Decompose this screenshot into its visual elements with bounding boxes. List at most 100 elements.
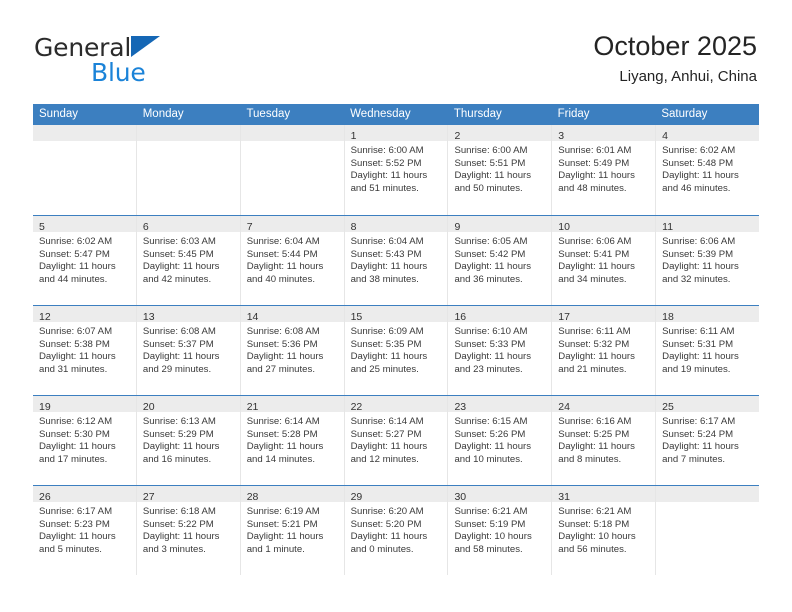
- day-detail-text: [137, 141, 240, 145]
- day-number-band: 10: [552, 216, 656, 233]
- calendar-day-cell[interactable]: 21 Sunrise: 6:14 AM Sunset: 5:28 PM Dayligh…: [240, 396, 345, 485]
- calendar-day-cell[interactable]: 7 Sunrise: 6:04 AM Sunset: 5:44 PM Daylight…: [240, 216, 345, 305]
- day-detail-line: Sunset: 5:39 PM: [662, 248, 734, 260]
- day-number: 11: [662, 221, 674, 233]
- calendar-day-cell[interactable]: 22 Sunrise: 6:14 AM Sunset: 5:27 PM Dayligh…: [344, 396, 449, 485]
- day-detail-line: Daylight: 10 hours: [558, 531, 636, 543]
- calendar-day-cell[interactable]: 30 Sunrise: 6:21 AM Sunset: 5:19 PM Dayligh…: [448, 486, 553, 575]
- day-detail-text: [33, 141, 136, 145]
- day-number: 28: [246, 491, 259, 503]
- day-detail-line: Sunset: 5:25 PM: [558, 428, 630, 440]
- day-detail-line: Sunrise: 6:11 AM: [662, 326, 735, 337]
- day-number-band: 15: [344, 306, 448, 323]
- calendar-day-cell[interactable]: 9 Sunrise: 6:05 AM Sunset: 5:42 PM Daylight…: [448, 216, 553, 305]
- day-detail-line: Sunrise: 6:08 AM: [142, 326, 216, 337]
- calendar-day-cell[interactable]: 1 Sunrise: 6:00 AM Sunset: 5:52 PM Daylight…: [344, 125, 449, 215]
- day-number-band: 16: [448, 306, 552, 323]
- day-detail-line: Sunset: 5:29 PM: [142, 428, 214, 440]
- day-of-week-header: Thursday: [453, 108, 502, 120]
- day-detail-line: and 32 minutes.: [662, 273, 731, 285]
- day-number: 15: [350, 311, 363, 323]
- calendar-day-cell[interactable]: 18 Sunrise: 6:11 AM Sunset: 5:31 PM Dayligh…: [656, 306, 760, 395]
- day-number-band: 9: [448, 216, 552, 233]
- day-detail-line: Daylight: 11 hours: [662, 441, 739, 453]
- day-number-band: 3: [552, 125, 656, 142]
- calendar-day-cell[interactable]: 4 Sunrise: 6:02 AM Sunset: 5:48 PM Daylight…: [656, 125, 760, 215]
- calendar-day-cell[interactable]: 11 Sunrise: 6:06 AM Sunset: 5:39 PM Dayligh…: [656, 216, 760, 305]
- day-detail-line: Sunset: 5:35 PM: [350, 338, 422, 350]
- calendar-day-cell-empty: [240, 125, 345, 215]
- day-detail-line: Daylight: 11 hours: [558, 441, 635, 453]
- day-number: 18: [662, 311, 674, 323]
- calendar-day-cell[interactable]: 6 Sunrise: 6:03 AM Sunset: 5:45 PM Daylight…: [136, 216, 241, 305]
- day-detail-line: Sunrise: 6:20 AM: [350, 506, 424, 517]
- calendar-day-cell-empty: [136, 125, 241, 215]
- day-detail-line: Daylight: 11 hours: [350, 531, 428, 543]
- day-number: 17: [558, 311, 570, 323]
- calendar-day-cell[interactable]: 15 Sunrise: 6:09 AM Sunset: 5:35 PM Dayligh…: [344, 306, 449, 395]
- calendar-day-cell[interactable]: 29 Sunrise: 6:20 AM Sunset: 5:20 PM Dayligh…: [344, 486, 449, 575]
- day-number: 21: [246, 401, 259, 413]
- day-detail-line: and 12 minutes.: [350, 453, 419, 465]
- day-number-band: 23: [448, 396, 552, 413]
- day-detail-line: Daylight: 11 hours: [246, 531, 324, 543]
- calendar-day-cell[interactable]: 28 Sunrise: 6:19 AM Sunset: 5:21 PM Dayligh…: [240, 486, 345, 575]
- day-detail-line: Sunset: 5:43 PM: [350, 248, 422, 260]
- calendar-day-cell[interactable]: 3 Sunrise: 6:01 AM Sunset: 5:49 PM Daylight…: [552, 125, 657, 215]
- day-detail-line: Sunset: 5:36 PM: [246, 338, 318, 350]
- day-detail-line: Sunrise: 6:02 AM: [662, 145, 736, 156]
- day-detail-line: Sunrise: 6:05 AM: [454, 236, 528, 247]
- calendar-day-cell[interactable]: 27 Sunrise: 6:18 AM Sunset: 5:22 PM Dayligh…: [136, 486, 241, 575]
- calendar-day-cell[interactable]: 12 Sunrise: 6:07 AM Sunset: 5:38 PM Dayligh…: [33, 306, 137, 395]
- calendar-day-cell[interactable]: 31 Sunrise: 6:21 AM Sunset: 5:18 PM Dayligh…: [552, 486, 657, 575]
- day-number: 23: [454, 401, 467, 413]
- day-number: 5: [39, 221, 45, 233]
- calendar-day-cell[interactable]: 13 Sunrise: 6:08 AM Sunset: 5:37 PM Dayligh…: [136, 306, 241, 395]
- day-number: 22: [350, 401, 363, 413]
- title-block: October 2025 Liyang, Anhui, China: [593, 30, 757, 88]
- day-detail-line: Sunset: 5:47 PM: [39, 248, 110, 260]
- day-detail-line: Daylight: 11 hours: [142, 261, 220, 273]
- day-number: 24: [558, 401, 570, 413]
- day-detail-line: and 58 minutes.: [454, 543, 523, 555]
- day-detail-text: Sunrise: 6:09 AM Sunset: 5:35 PM Daylight:…: [345, 322, 448, 376]
- day-detail-line: Sunset: 5:52 PM: [350, 157, 422, 169]
- day-detail-line: Sunrise: 6:12 AM: [39, 416, 113, 427]
- day-detail-line: Daylight: 11 hours: [142, 351, 220, 363]
- day-detail-line: Sunrise: 6:04 AM: [246, 236, 320, 247]
- calendar-day-cell[interactable]: 8 Sunrise: 6:04 AM Sunset: 5:43 PM Daylight…: [344, 216, 449, 305]
- day-detail-line: Sunset: 5:44 PM: [246, 248, 318, 260]
- day-detail-line: Sunset: 5:18 PM: [558, 518, 630, 530]
- calendar-day-cell[interactable]: 26 Sunrise: 6:17 AM Sunset: 5:23 PM Dayligh…: [33, 486, 137, 575]
- day-detail-line: Daylight: 11 hours: [39, 261, 116, 273]
- day-number-band: 14: [240, 306, 344, 323]
- day-detail-line: Sunset: 5:31 PM: [662, 338, 734, 350]
- calendar-day-cell[interactable]: 24 Sunrise: 6:16 AM Sunset: 5:25 PM Dayligh…: [552, 396, 657, 485]
- day-detail-line: Sunset: 5:37 PM: [142, 338, 214, 350]
- calendar-day-cell[interactable]: 10 Sunrise: 6:06 AM Sunset: 5:41 PM Dayligh…: [552, 216, 657, 305]
- calendar-day-cell[interactable]: 20 Sunrise: 6:13 AM Sunset: 5:29 PM Dayligh…: [136, 396, 241, 485]
- day-detail-line: Sunrise: 6:09 AM: [350, 326, 424, 337]
- day-number-band: 1: [344, 125, 448, 142]
- calendar-day-cell[interactable]: 25 Sunrise: 6:17 AM Sunset: 5:24 PM Dayligh…: [656, 396, 760, 485]
- day-detail-text: Sunrise: 6:15 AM Sunset: 5:26 PM Daylight:…: [448, 412, 551, 466]
- day-detail-line: Sunrise: 6:21 AM: [454, 506, 528, 517]
- day-detail-text: Sunrise: 6:00 AM Sunset: 5:52 PM Daylight:…: [345, 141, 448, 195]
- calendar-day-cell[interactable]: 5 Sunrise: 6:02 AM Sunset: 5:47 PM Daylight…: [33, 216, 137, 305]
- day-detail-line: Sunset: 5:45 PM: [142, 248, 214, 260]
- general-blue-logo: General Blue: [34, 33, 264, 89]
- calendar-day-cell[interactable]: 14 Sunrise: 6:08 AM Sunset: 5:36 PM Dayligh…: [240, 306, 345, 395]
- day-detail-text: Sunrise: 6:01 AM Sunset: 5:49 PM Daylight:…: [552, 141, 655, 195]
- day-number-band: 8: [344, 216, 448, 233]
- calendar-day-cell[interactable]: 23 Sunrise: 6:15 AM Sunset: 5:26 PM Dayligh…: [448, 396, 553, 485]
- calendar-day-cell[interactable]: 17 Sunrise: 6:11 AM Sunset: 5:32 PM Dayligh…: [552, 306, 657, 395]
- day-detail-line: Daylight: 11 hours: [454, 261, 532, 273]
- day-detail-line: Daylight: 11 hours: [558, 351, 635, 363]
- calendar-day-cell[interactable]: 16 Sunrise: 6:10 AM Sunset: 5:33 PM Dayligh…: [448, 306, 553, 395]
- calendar-day-cell[interactable]: 2 Sunrise: 6:00 AM Sunset: 5:51 PM Daylight…: [448, 125, 553, 215]
- day-detail-line: Sunset: 5:49 PM: [558, 157, 630, 169]
- day-detail-line: Daylight: 11 hours: [454, 441, 532, 453]
- day-number: 7: [246, 221, 253, 233]
- calendar-week-row: 5 Sunrise: 6:02 AM Sunset: 5:47 PM Daylight…: [33, 215, 760, 305]
- calendar-day-cell[interactable]: 19 Sunrise: 6:12 AM Sunset: 5:30 PM Dayligh…: [33, 396, 137, 485]
